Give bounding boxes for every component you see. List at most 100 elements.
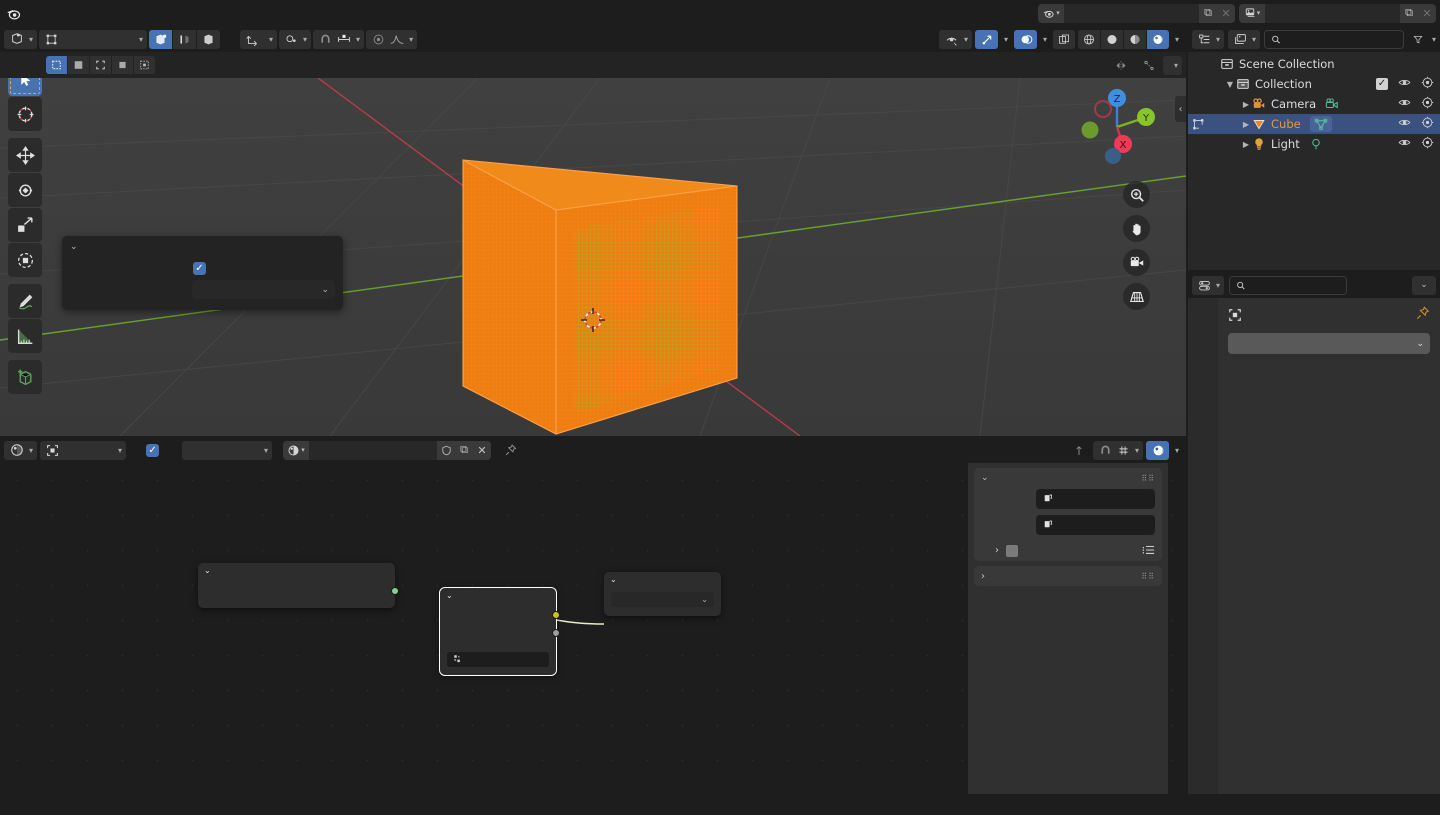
render-visibility-icon[interactable]: [1421, 116, 1434, 132]
face-select-icon[interactable]: [197, 29, 221, 49]
collection-enable-checkbox[interactable]: ✓: [1376, 78, 1388, 90]
drag-handle-icon[interactable]: ⠿⠿: [1141, 572, 1155, 581]
node-name-input[interactable]: [1036, 488, 1155, 509]
outliner[interactable]: ▾ ▾ ▾ Scene Collection ▼ Collection ✓ ▶ Camer…: [1188, 26, 1440, 270]
node-sidebar[interactable]: ⌄ ⠿⠿ › ⁝☰ › ⠿⠿: [968, 463, 1168, 794]
3d-viewport[interactable]: ▾ ▾ ▾ ▾ ▾ ▾ ▾ ▾ ▾ ▾ ▾ Z Y X ‹ ⌄ ✓ ⌄: [0, 26, 1186, 436]
list-options-icon[interactable]: ⁝☰: [1142, 544, 1155, 557]
render-visibility-icon[interactable]: [1421, 136, 1434, 152]
blender-logo-icon[interactable]: [0, 0, 26, 26]
drag-handle-icon[interactable]: ⠿⠿: [1141, 474, 1155, 483]
outliner-filter-icon[interactable]: [1408, 30, 1428, 49]
pivot-point-selector[interactable]: ▾: [279, 29, 312, 49]
material-sphere-icon[interactable]: ▾: [283, 440, 310, 460]
scene-icon[interactable]: ▾: [1038, 3, 1064, 23]
box-select-icon[interactable]: [68, 56, 89, 74]
viewlayer-selector[interactable]: ▾ ⧉ ✕: [1239, 3, 1436, 23]
add-cube-tool-icon[interactable]: [8, 360, 42, 394]
pin-icon[interactable]: [1416, 306, 1430, 323]
transform-orientation-selector[interactable]: ▾: [240, 29, 278, 49]
zoom-icon[interactable]: [1123, 181, 1150, 208]
node-shading-dropdown-icon[interactable]: ▾: [1172, 441, 1182, 460]
viewlayer-icon[interactable]: ▾: [1239, 3, 1265, 23]
shader-type-selector[interactable]: ▾: [40, 440, 127, 460]
output-target-row[interactable]: ⌄: [604, 591, 721, 607]
outliner-display-mode[interactable]: ▾: [1228, 29, 1261, 49]
viewport-options-button[interactable]: ▾: [1162, 55, 1182, 75]
expand-triangle-icon[interactable]: ▶: [1240, 120, 1252, 129]
attribute-name-input[interactable]: [447, 651, 549, 667]
object-visibility-selector[interactable]: ▾: [938, 29, 972, 49]
rendered-shading-icon[interactable]: [1146, 29, 1169, 49]
viewport-sidebar-toggle[interactable]: ‹: [1175, 96, 1186, 122]
operator-panel-header[interactable]: ⌄: [62, 236, 343, 259]
proportional-editing-controls[interactable]: ▾: [366, 29, 418, 49]
pan-hand-icon[interactable]: [1123, 215, 1150, 242]
node-label-row[interactable]: [981, 514, 1155, 535]
new-scene-icon[interactable]: ⧉: [1199, 3, 1217, 23]
socket-color[interactable]: [552, 611, 560, 619]
properties-section-header[interactable]: › ⠿⠿: [974, 566, 1162, 586]
select-subtract-icon[interactable]: [112, 56, 133, 74]
outliner-search-input[interactable]: [1264, 29, 1404, 49]
ortho-persp-icon[interactable]: [1123, 283, 1150, 310]
gizmo-toggle[interactable]: [974, 29, 998, 49]
select-extend-icon[interactable]: [90, 56, 111, 74]
visibility-eye-icon[interactable]: [1398, 96, 1411, 112]
overlays-dropdown-icon[interactable]: ▾: [1040, 30, 1050, 49]
add-modifier-button[interactable]: ⌄: [1228, 333, 1430, 354]
node-label-input[interactable]: [1036, 514, 1155, 535]
chevron-right-icon[interactable]: ›: [995, 545, 999, 556]
gizmo-dropdown-icon[interactable]: ▾: [1001, 30, 1011, 49]
editor-type-selector[interactable]: ▾: [4, 29, 38, 49]
topology-mirror-icon[interactable]: [1138, 56, 1160, 75]
visibility-eye-icon[interactable]: [1398, 116, 1411, 132]
edge-select-icon[interactable]: [173, 29, 197, 49]
properties-editor-type[interactable]: ▾: [1192, 275, 1225, 295]
annotate-tool-icon[interactable]: [8, 284, 42, 318]
attribute-name-field-row[interactable]: [440, 651, 556, 667]
node-snap-controls[interactable]: ▾: [1092, 440, 1143, 460]
properties-tab-column[interactable]: [1188, 298, 1218, 794]
scale-tool-icon[interactable]: [8, 208, 42, 242]
node-color-row[interactable]: › ⁝☰: [981, 540, 1155, 561]
quad-corner-type-row[interactable]: ⌄: [70, 280, 335, 299]
duplicate-icon[interactable]: ⧉: [455, 440, 474, 460]
socket-alpha[interactable]: [552, 629, 560, 637]
render-visibility-icon[interactable]: [1421, 76, 1434, 92]
unlink-icon[interactable]: ✕: [473, 440, 492, 460]
node-section-header[interactable]: ⌄ ⠿⠿: [974, 468, 1162, 488]
node-shading-toggle[interactable]: [1145, 440, 1169, 460]
mesh-data-icon[interactable]: [1309, 116, 1332, 132]
properties-search-input[interactable]: [1229, 275, 1348, 295]
pin-icon[interactable]: [500, 441, 522, 460]
node-sidebar-node-section[interactable]: ⌄ ⠿⠿ › ⁝☰: [974, 468, 1162, 561]
select-difference-icon[interactable]: [134, 56, 155, 74]
color-swatch[interactable]: [1006, 544, 1018, 557]
tweak-select-icon[interactable]: [46, 56, 67, 74]
mesh-select-mode-group[interactable]: [149, 29, 221, 49]
output-target-dropdown[interactable]: ⌄: [611, 591, 714, 607]
scene-name[interactable]: [1064, 3, 1199, 23]
operator-redo-panel[interactable]: ⌄ ✓ ⌄: [62, 236, 343, 310]
new-viewlayer-icon[interactable]: ⧉: [1400, 3, 1418, 23]
outliner-editor-type[interactable]: ▾: [1192, 29, 1225, 49]
create-ngons-checkbox[interactable]: ✓: [193, 262, 335, 275]
mirror-icon[interactable]: [1110, 56, 1132, 75]
outliner-row-camera[interactable]: ▶ Camera: [1188, 94, 1440, 114]
overlays-toggle[interactable]: [1013, 29, 1037, 49]
render-visibility-icon[interactable]: [1421, 96, 1434, 112]
viewlayer-name[interactable]: [1265, 3, 1400, 23]
rotate-tool-icon[interactable]: [8, 173, 42, 207]
mode-selector[interactable]: ▾: [39, 29, 148, 49]
outliner-row-cube[interactable]: ▶ Cube: [1188, 114, 1440, 134]
move-tool-icon[interactable]: [8, 138, 42, 172]
use-nodes-checkbox[interactable]: ✓: [146, 443, 165, 457]
node-output-bsdf[interactable]: [198, 582, 399, 600]
expand-triangle-icon[interactable]: ▶: [1240, 100, 1252, 109]
properties-options-icon[interactable]: ⌄: [1412, 275, 1436, 295]
vertex-select-icon[interactable]: [149, 29, 173, 49]
properties-editor[interactable]: ▾ ⌄ ⌄: [1188, 272, 1440, 794]
scene-selector[interactable]: ▾ ⧉ ✕: [1038, 3, 1235, 23]
outliner-row-light[interactable]: ▶ Light: [1188, 134, 1440, 154]
